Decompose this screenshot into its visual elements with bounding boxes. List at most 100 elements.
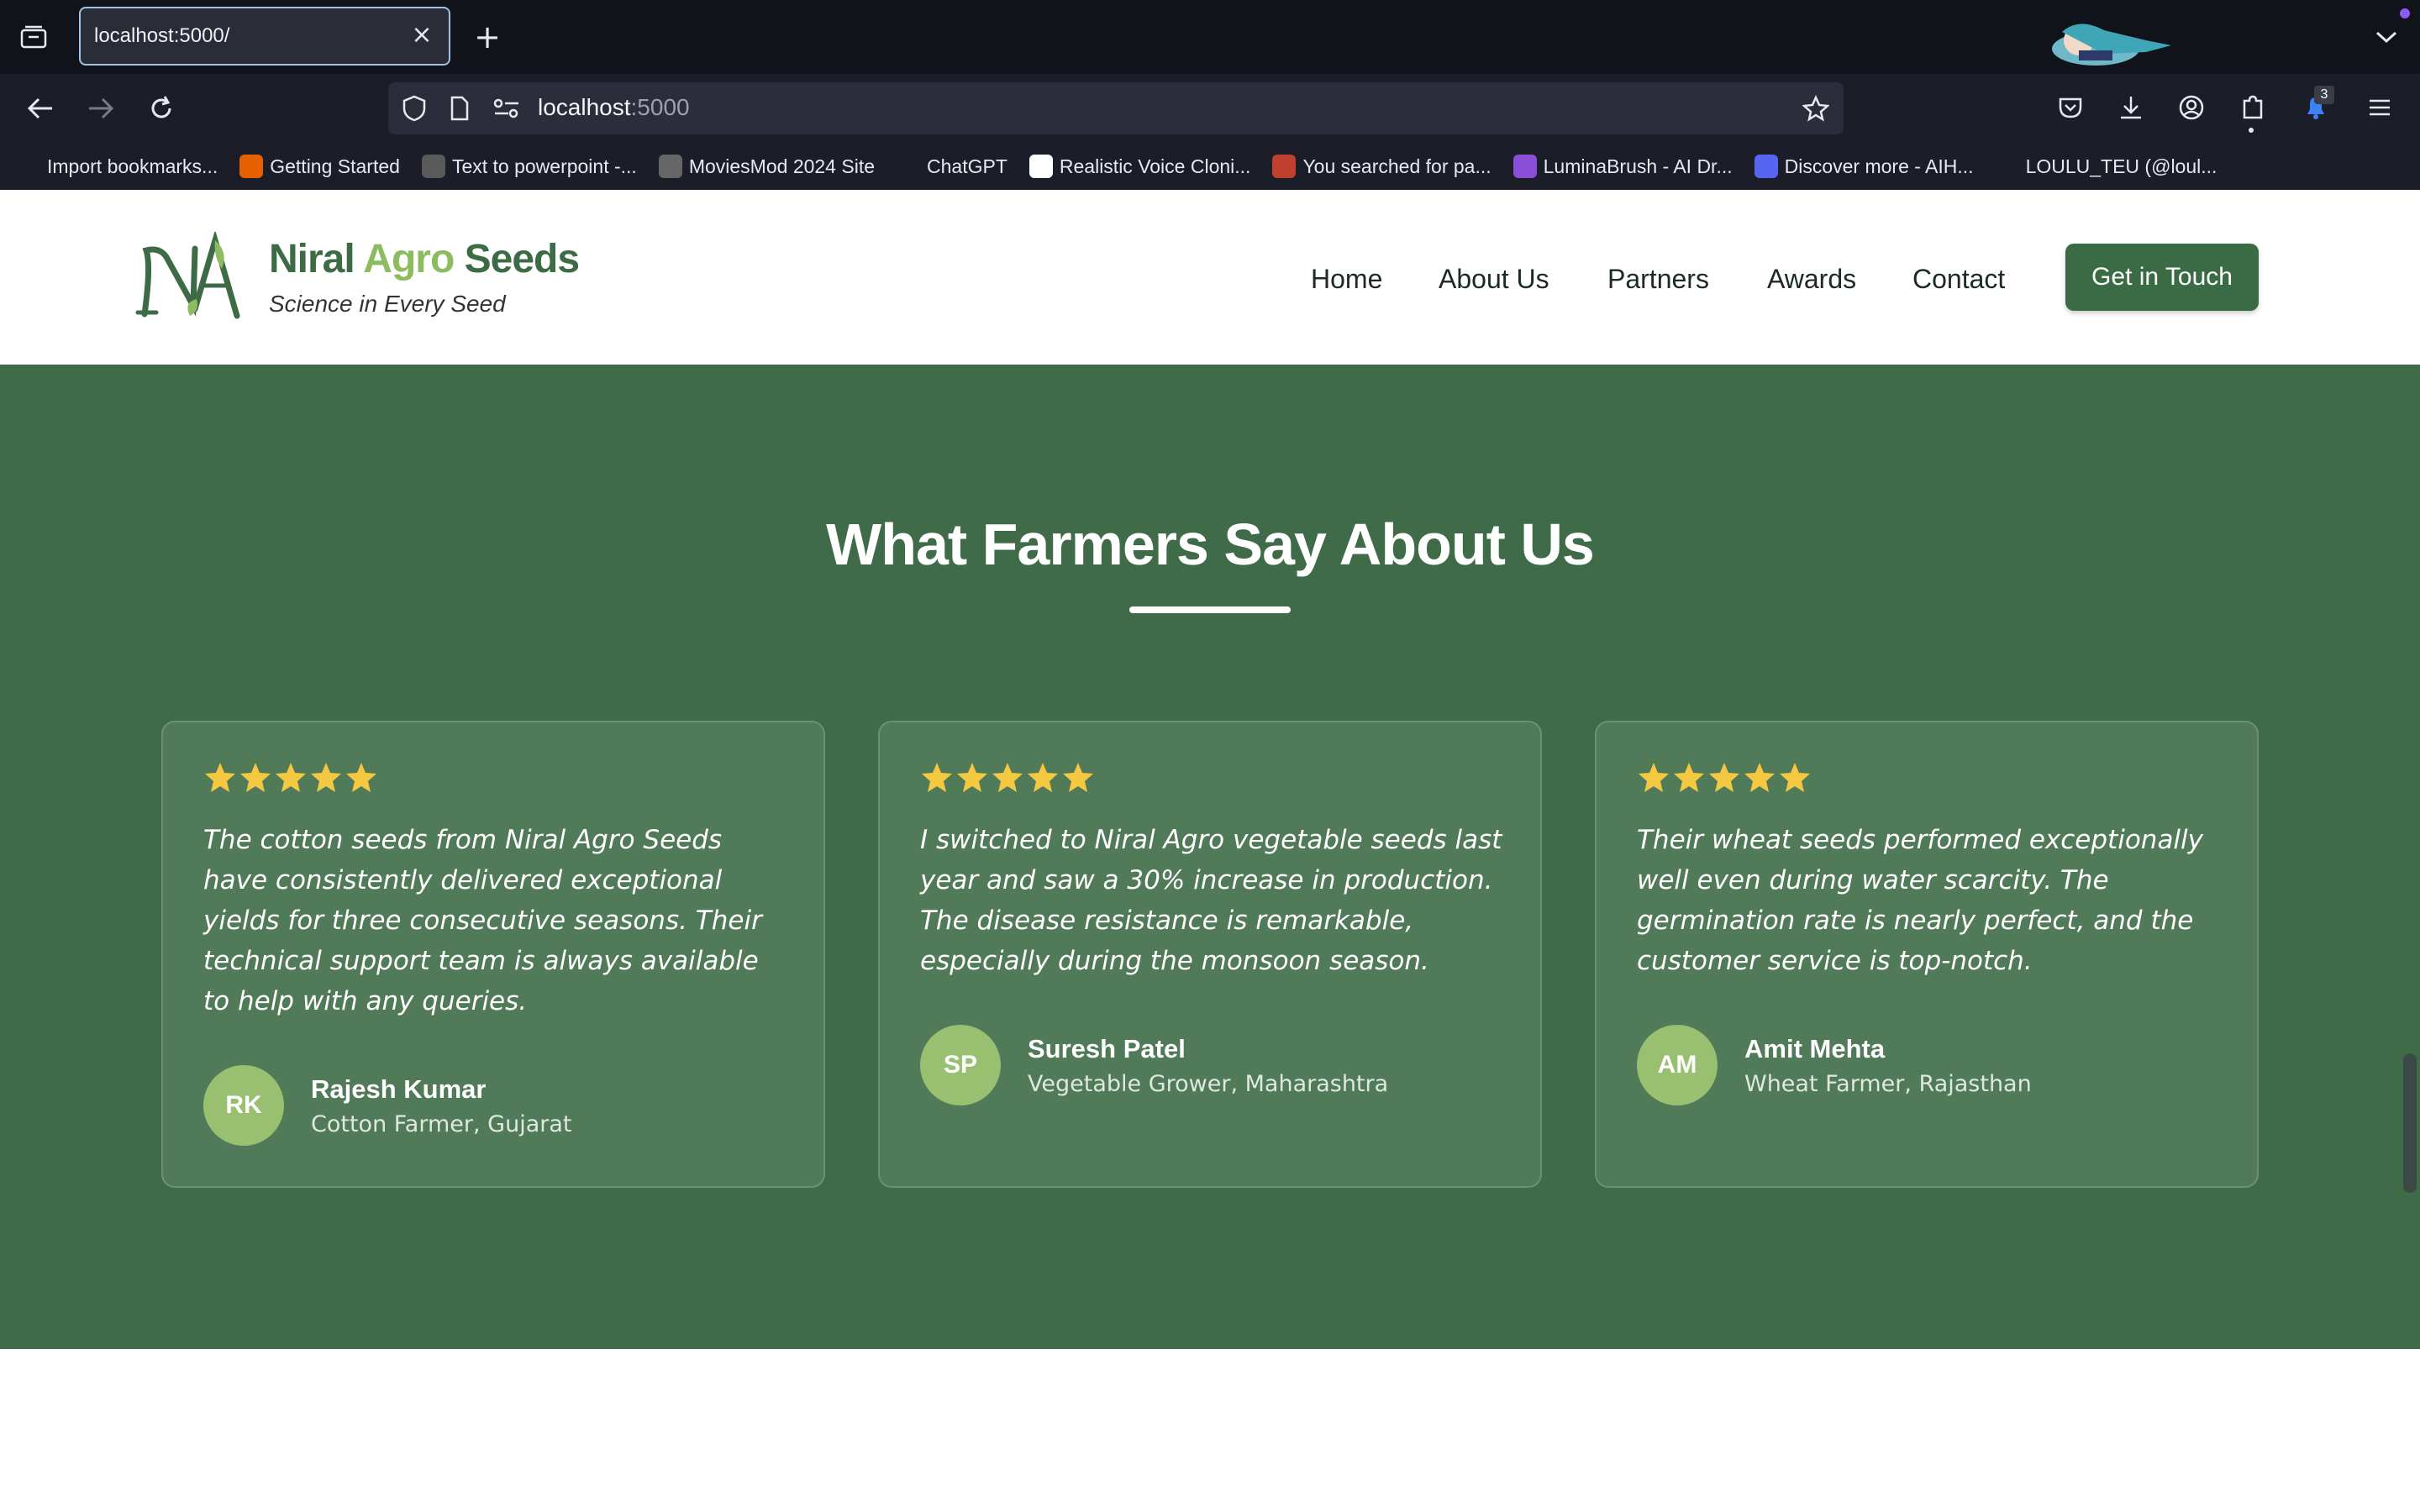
logo-icon[interactable] <box>134 229 244 324</box>
section-title: What Farmers Say About Us <box>826 512 1595 577</box>
tab-strip: localhost:5000/ × + <box>0 0 2420 74</box>
forward-icon[interactable] <box>84 89 118 128</box>
avatar: AM <box>1637 1025 1718 1105</box>
star-icon <box>205 763 235 792</box>
bookmark-item[interactable]: Getting Started <box>239 155 400 178</box>
pocket-icon[interactable] <box>2054 91 2087 124</box>
bookmark-label: LuminaBrush - AI Dr... <box>1543 155 1733 177</box>
star-icon <box>1709 763 1739 792</box>
nav-partners[interactable]: Partners <box>1607 264 1709 295</box>
url-host: localhost <box>538 94 631 120</box>
testimonials-section: What Farmers Say About Us The cotton see… <box>0 365 2420 1349</box>
star-icon <box>1639 763 1669 792</box>
notification-dot <box>2400 8 2410 18</box>
bookmark-item[interactable]: ChatGPT <box>897 155 1007 178</box>
permissions-icon[interactable] <box>491 92 523 124</box>
chatgpt-icon <box>897 155 921 178</box>
title-underline <box>1129 606 1291 613</box>
star-rating <box>1637 761 1812 795</box>
star-icon <box>1028 763 1058 792</box>
brand-part-2: Agro <box>363 237 455 281</box>
shield-icon[interactable] <box>398 92 430 124</box>
url-bar[interactable]: localhost:5000 <box>388 82 1844 134</box>
nav-home[interactable]: Home <box>1311 264 1382 295</box>
author-name: Amit Mehta <box>1744 1033 1886 1063</box>
back-icon[interactable] <box>24 89 57 128</box>
star-icon <box>276 763 306 792</box>
star-icon <box>311 763 341 792</box>
bookmark-item[interactable]: LuminaBrush - AI Dr... <box>1512 155 1733 178</box>
extensions-icon[interactable] <box>2235 91 2269 124</box>
browser-chrome: localhost:5000/ × + localhost:5000 3 Imp… <box>0 0 2420 190</box>
menu-icon[interactable] <box>2363 91 2396 124</box>
testimonial-author: AM Amit Mehta Wheat Farmer, Rajasthan <box>1637 1025 2032 1105</box>
tab-active[interactable]: localhost:5000/ × <box>79 7 450 66</box>
get-in-touch-button[interactable]: Get in Touch <box>2065 244 2259 311</box>
film-icon <box>658 155 682 178</box>
bookmark-item[interactable]: Text to powerpoint -... <box>421 155 637 178</box>
discord-icon <box>1754 155 1778 178</box>
bookmark-label: You searched for pa... <box>1302 155 1491 177</box>
globe-icon <box>1995 155 2019 178</box>
bookmark-label: Import bookmarks... <box>47 155 218 177</box>
star-icon <box>992 763 1023 792</box>
site-header: Niral Agro Seeds Science in Every Seed H… <box>0 190 2420 365</box>
bookmark-item[interactable]: MoviesMod 2024 Site <box>658 155 876 178</box>
url-text[interactable]: localhost:5000 <box>538 94 690 121</box>
user-avatar-image <box>2045 15 2176 69</box>
bookmark-label: MoviesMod 2024 Site <box>688 155 876 177</box>
star-rating <box>920 761 1095 795</box>
bookmark-label: Text to powerpoint -... <box>451 155 637 177</box>
scrollbar-thumb[interactable] <box>2403 1053 2417 1193</box>
testimonial-card: Their wheat seeds performed exceptionall… <box>1595 721 2259 1188</box>
star-icon <box>957 763 987 792</box>
bookmark-item[interactable]: Realistic Voice Cloni... <box>1028 155 1250 178</box>
tab-title: localhost:5000/ <box>94 24 230 47</box>
download-icon[interactable] <box>2114 91 2148 124</box>
bookmark-item[interactable]: Discover more - AIH... <box>1754 155 1974 178</box>
star-icon <box>1744 763 1775 792</box>
bookmark-item[interactable]: LOULU_TEU (@loul... <box>1995 155 2217 178</box>
bookmark-label: LOULU_TEU (@loul... <box>2025 155 2217 177</box>
g-logo-icon <box>1028 155 1053 178</box>
testimonial-author: RK Rajesh Kumar Cotton Farmer, Gujarat <box>203 1065 571 1146</box>
nav-about-us[interactable]: About Us <box>1439 264 1549 295</box>
author-name: Suresh Patel <box>1028 1033 1186 1063</box>
brand-part-3: Seeds <box>464 237 580 281</box>
testimonial-card: The cotton seeds from Niral Agro Seeds h… <box>161 721 825 1188</box>
star-icon <box>1674 763 1704 792</box>
tab-overview-icon[interactable] <box>17 20 50 54</box>
avatar: SP <box>920 1025 1001 1105</box>
reload-icon[interactable] <box>145 89 178 128</box>
bookmark-item[interactable]: You searched for pa... <box>1272 155 1491 178</box>
star-icon <box>1780 763 1810 792</box>
firefox-icon <box>239 155 264 178</box>
account-icon[interactable] <box>2175 91 2208 124</box>
image-icon <box>1272 155 1297 178</box>
testimonial-author: SP Suresh Patel Vegetable Grower, Mahara… <box>920 1025 1388 1105</box>
extensions-dot <box>2249 128 2254 133</box>
author-name: Rajesh Kumar <box>311 1074 487 1104</box>
avatar: RK <box>203 1065 284 1146</box>
star-icon <box>1063 763 1093 792</box>
close-icon[interactable]: × <box>407 20 437 50</box>
brand-part-1: Niral <box>269 237 355 281</box>
author-role: Vegetable Grower, Maharashtra <box>1028 1070 1389 1097</box>
url-port: :5000 <box>630 94 690 120</box>
brush-icon <box>1512 155 1537 178</box>
page-icon[interactable] <box>444 92 476 124</box>
chevron-down-icon[interactable] <box>2370 20 2403 54</box>
testimonial-card: I switched to Niral Agro vegetable seeds… <box>878 721 1542 1188</box>
star-icon <box>240 763 271 792</box>
nav-awards[interactable]: Awards <box>1767 264 1856 295</box>
bookmark-star-icon[interactable] <box>1800 92 1832 124</box>
star-icon <box>346 763 376 792</box>
new-tab-icon[interactable]: + <box>471 18 504 55</box>
brand-name[interactable]: Niral Agro Seeds <box>269 236 580 282</box>
testimonial-quote: I switched to Niral Agro vegetable seeds… <box>920 825 1502 976</box>
author-role: Cotton Farmer, Gujarat <box>311 1110 572 1137</box>
nav-contact[interactable]: Contact <box>1912 264 2005 295</box>
bookmark-label: Discover more - AIH... <box>1784 155 1974 177</box>
testimonial-quote: Their wheat seeds performed exceptionall… <box>1637 825 2204 976</box>
bookmark-item[interactable]: Import bookmarks... <box>17 155 218 178</box>
